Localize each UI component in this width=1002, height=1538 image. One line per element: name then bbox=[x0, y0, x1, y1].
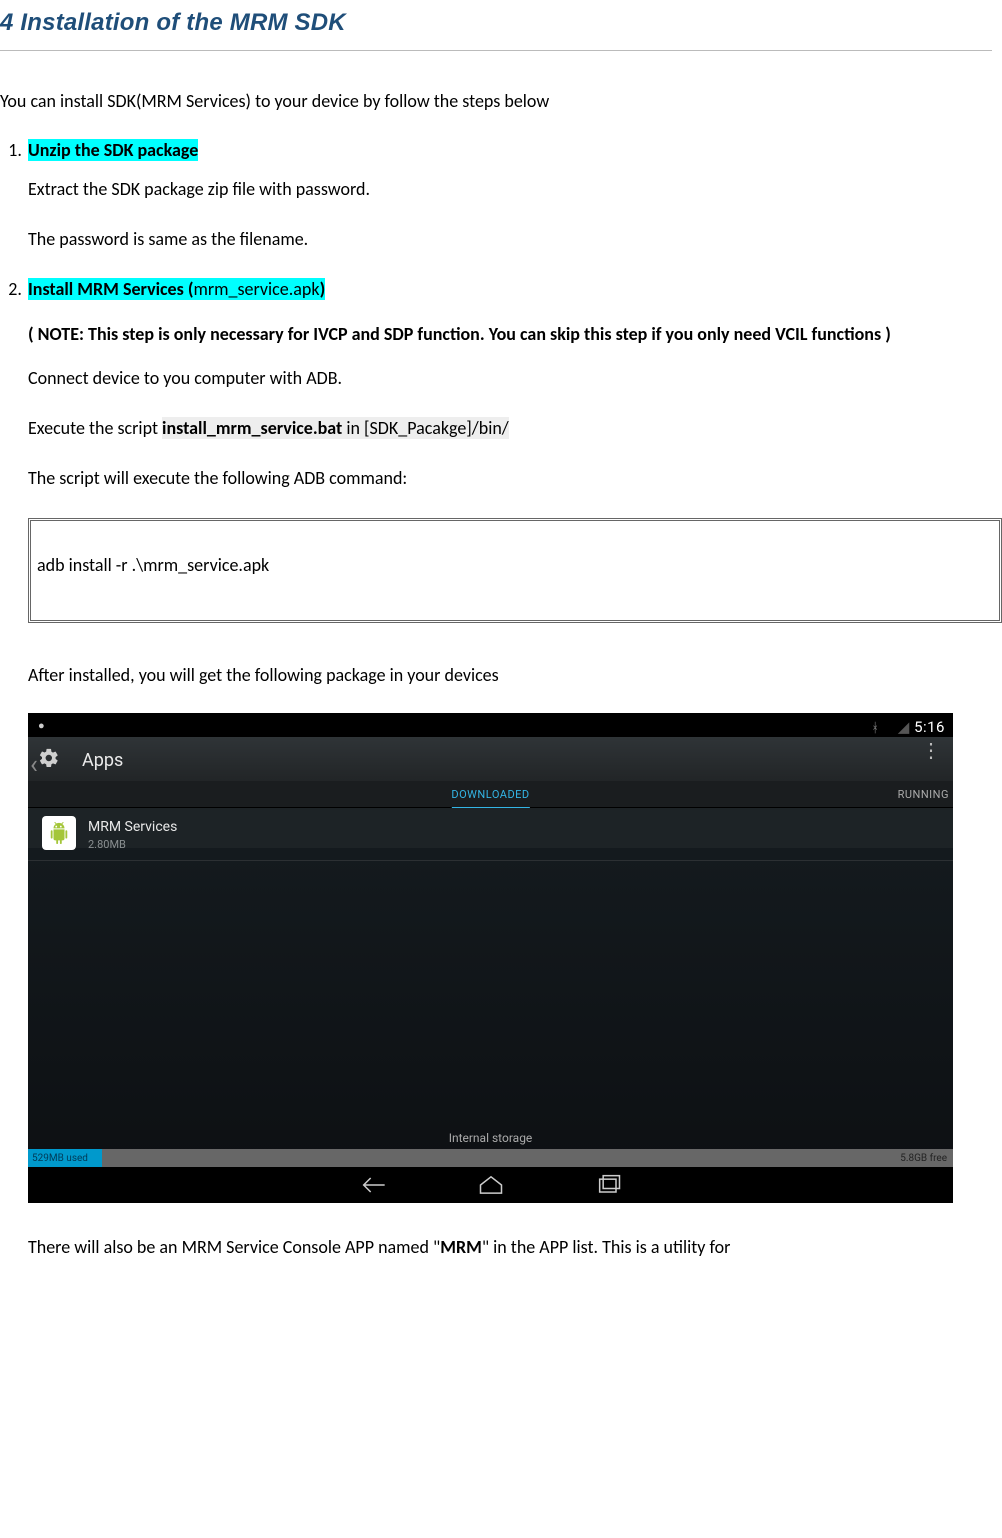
storage-free-text: 5.8GB free bbox=[900, 1151, 947, 1167]
tab-downloaded[interactable]: DOWNLOADED bbox=[451, 786, 529, 811]
step2-note: ( NOTE: This step is only necessary for … bbox=[28, 316, 1002, 352]
storage-label: Internal storage bbox=[28, 1129, 953, 1148]
final-bold: MRM bbox=[440, 1236, 482, 1258]
step-2: Install MRM Services (mrm_service.apk) (… bbox=[26, 275, 1002, 1265]
signal-icon: ◢ bbox=[898, 718, 910, 736]
step2-heading: Install MRM Services (mrm_service.apk) bbox=[28, 278, 325, 300]
android-apps-screenshot: ● ᚼ ◢ 5:16 ‹ Apps ⋮ DOWNLOADED bbox=[28, 713, 953, 1203]
adb-command: adb install -r .\mrm_service.apk bbox=[37, 554, 269, 576]
steps-list: Unzip the SDK package Extract the SDK pa… bbox=[0, 136, 1002, 1264]
step2-exec-in: in bbox=[342, 417, 364, 439]
intro-text: You can install SDK(MRM Services) to you… bbox=[0, 87, 1002, 116]
step2-after: After installed, you will get the follow… bbox=[28, 657, 1002, 693]
apps-tabs: DOWNLOADED RUNNING bbox=[28, 781, 953, 808]
step2-exec-script: install_mrm_service.bat bbox=[162, 417, 342, 439]
tab-running[interactable]: RUNNING bbox=[898, 786, 949, 804]
adb-command-box: adb install -r .\mrm_service.apk bbox=[28, 518, 1002, 623]
step1-line2: The password is same as the filename. bbox=[28, 221, 1002, 257]
android-icon bbox=[42, 816, 76, 850]
step2-exec: Execute the script install_mrm_service.b… bbox=[28, 410, 1002, 446]
nav-back-button[interactable] bbox=[359, 1174, 387, 1196]
final-paragraph: There will also be an MRM Service Consol… bbox=[28, 1229, 1002, 1265]
step2-heading-file: mrm_service.apk bbox=[193, 278, 319, 300]
step2-exec-pre: Execute the script bbox=[28, 417, 162, 439]
step2-heading-pre: Install MRM Services ( bbox=[28, 278, 193, 300]
final-post: " in the APP list. This is a utility for bbox=[482, 1236, 731, 1258]
list-item[interactable]: MRM Services 2.80MB bbox=[28, 808, 953, 861]
final-pre: There will also be an MRM Service Consol… bbox=[28, 1236, 440, 1258]
overflow-menu-icon[interactable]: ⋮ bbox=[921, 747, 941, 753]
nav-recent-button[interactable] bbox=[595, 1174, 623, 1196]
step2-connect: Connect device to you computer with ADB. bbox=[28, 360, 1002, 396]
gear-icon[interactable] bbox=[38, 747, 60, 769]
apps-title: Apps bbox=[82, 747, 123, 776]
step1-line1: Extract the SDK package zip file with pa… bbox=[28, 171, 1002, 207]
storage-bar: 529MB used 5.8GB free bbox=[28, 1149, 953, 1167]
bluetooth-icon: ᚼ bbox=[871, 721, 879, 736]
step1-heading: Unzip the SDK package bbox=[28, 139, 198, 161]
notification-dot-icon: ● bbox=[38, 717, 45, 735]
app-size: 2.80MB bbox=[88, 836, 126, 854]
page-title: 4 Installation of the MRM SDK bbox=[0, 4, 992, 51]
apps-header: ‹ Apps ⋮ bbox=[28, 737, 953, 782]
nav-bar bbox=[28, 1167, 953, 1203]
nav-home-button[interactable] bbox=[477, 1174, 505, 1196]
app-list: MRM Services 2.80MB bbox=[28, 808, 953, 1167]
step-1: Unzip the SDK package Extract the SDK pa… bbox=[26, 136, 1002, 257]
status-bar: ● ᚼ ◢ 5:16 bbox=[28, 713, 953, 737]
step2-heading-post: ) bbox=[320, 278, 326, 300]
step2-adb-intro: The script will execute the following AD… bbox=[28, 460, 1002, 496]
clock-text: 5:16 bbox=[914, 718, 945, 736]
step2-exec-path: [SDK_Pacakge]/bin/ bbox=[364, 417, 509, 439]
storage-used-text: 529MB used bbox=[32, 1151, 88, 1167]
